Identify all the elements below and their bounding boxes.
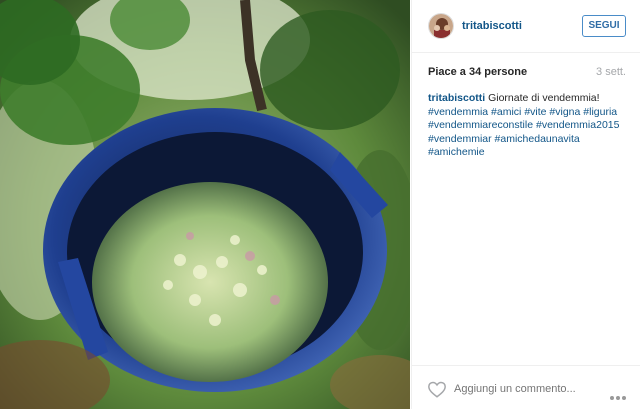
hashtag[interactable]: #vendemmia2015 (536, 119, 619, 131)
post-caption: tritabiscotti Giornate di vendemmia! #ve… (428, 92, 632, 160)
hashtag[interactable]: #vite (524, 106, 546, 118)
post-photo[interactable] (0, 0, 410, 409)
hashtag[interactable]: #amichedaunavita (495, 133, 580, 145)
heart-icon[interactable] (427, 380, 447, 398)
post-time[interactable]: 3 sett. (596, 66, 626, 78)
hashtag[interactable]: #vendemmiareconstile (428, 119, 533, 131)
post-header: tritabiscotti SEGUI (412, 0, 640, 53)
likes-row: Piace a 34 persone 3 sett. (428, 66, 626, 80)
post-details-panel: tritabiscotti SEGUI Piace a 34 persone 3… (411, 0, 640, 409)
caption-text: Giornate di vendemmia! (488, 92, 600, 104)
post-footer (412, 365, 640, 409)
avatar-icon[interactable] (428, 13, 454, 39)
hashtag[interactable]: #amichemie (428, 146, 485, 158)
comment-input[interactable] (454, 381, 594, 397)
likes-count[interactable]: Piace a 34 persone (428, 66, 527, 78)
hashtag[interactable]: #vendemmia (428, 106, 488, 118)
more-options-icon[interactable] (610, 387, 630, 400)
caption-username[interactable]: tritabiscotti (428, 92, 485, 104)
hashtag[interactable]: #vendemmiar (428, 133, 492, 145)
hashtag[interactable]: #liguria (583, 106, 617, 118)
follow-button[interactable]: SEGUI (582, 15, 626, 37)
hashtag[interactable]: #amici (491, 106, 521, 118)
hashtag[interactable]: #vigna (549, 106, 580, 118)
post-username[interactable]: tritabiscotti (462, 20, 522, 32)
